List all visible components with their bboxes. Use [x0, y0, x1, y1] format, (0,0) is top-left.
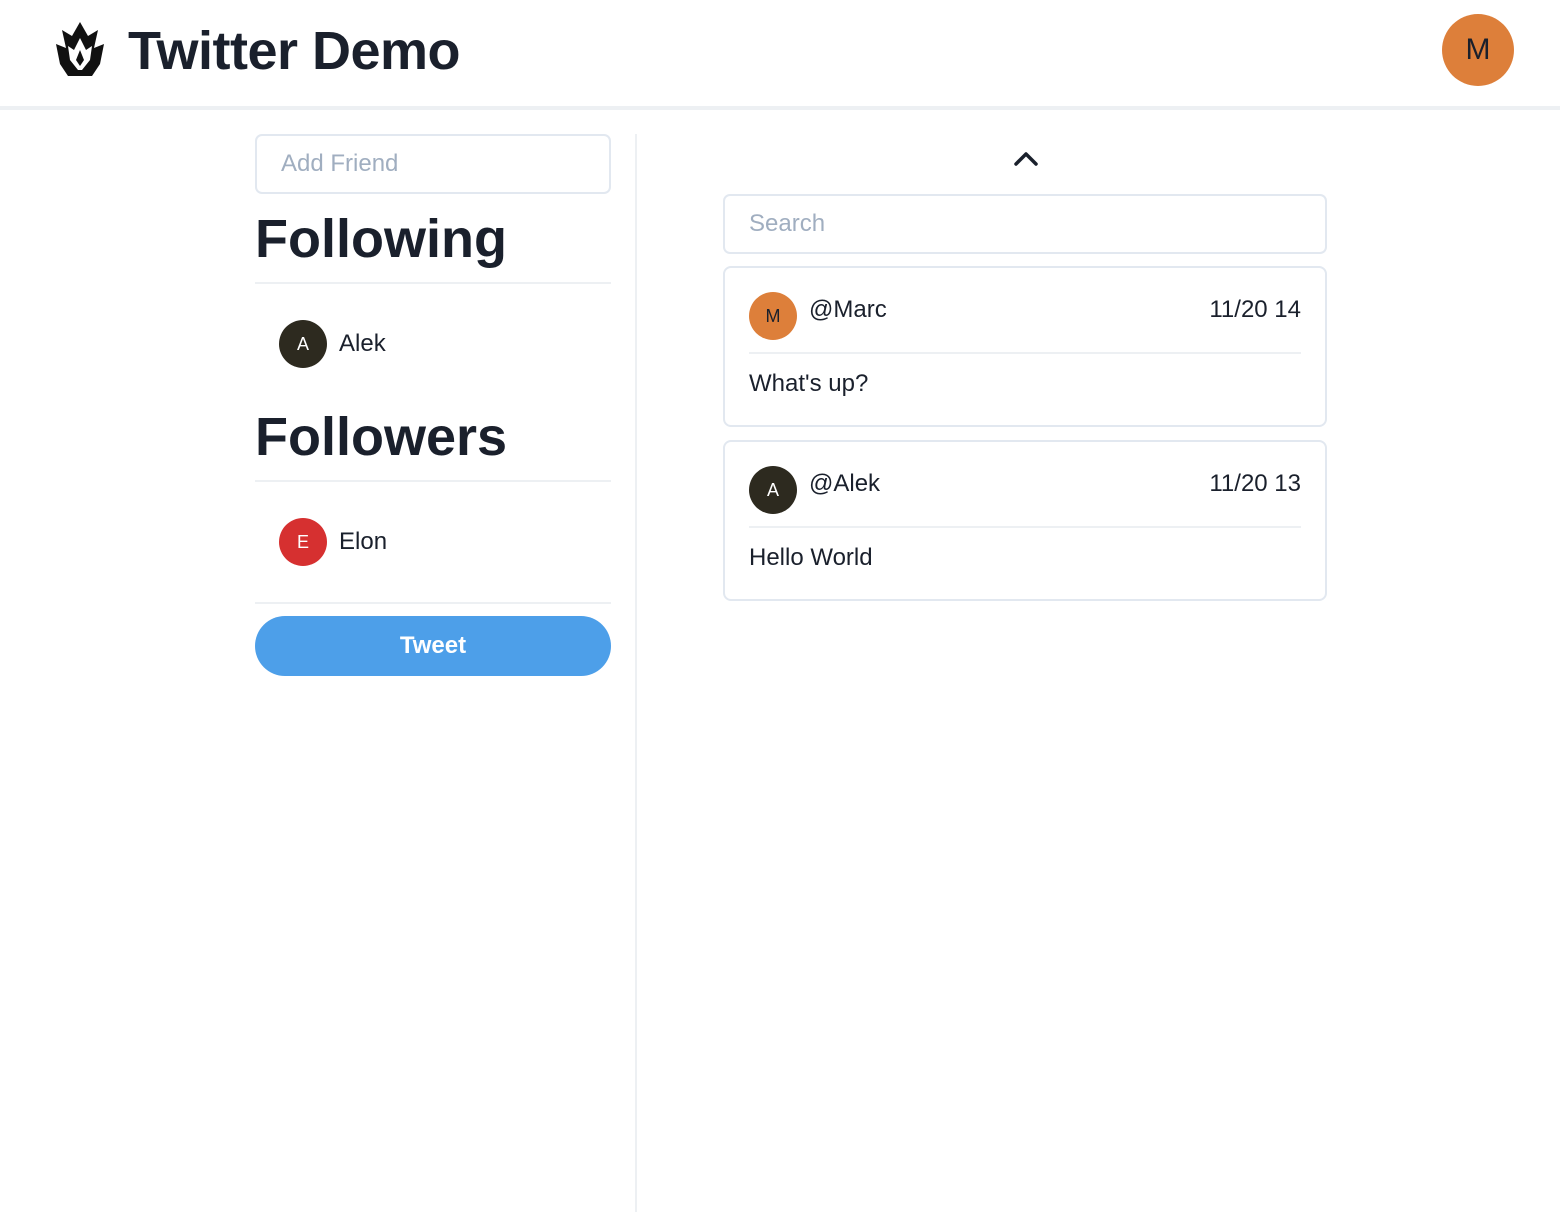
app-title: Twitter Demo	[128, 21, 461, 81]
follower-name: Elon	[339, 528, 388, 555]
column-divider	[635, 134, 637, 1212]
divider	[749, 352, 1301, 354]
following-heading: Following	[255, 209, 507, 269]
following-item-alek[interactable]: A Alek	[279, 320, 386, 368]
divider	[255, 602, 611, 604]
app-header: Twitter Demo M	[0, 0, 1560, 110]
tweet-card[interactable]: M @Marc 11/20 14 What's up?	[723, 266, 1327, 427]
divider	[255, 282, 611, 284]
tweet-handle: @Marc	[809, 296, 887, 323]
tweet-text: What's up?	[749, 370, 869, 397]
divider	[255, 480, 611, 482]
avatar: M	[749, 292, 797, 340]
add-friend-input[interactable]	[255, 134, 611, 194]
chevron-up-icon[interactable]	[1010, 142, 1042, 174]
avatar: A	[279, 320, 327, 368]
avatar: A	[749, 466, 797, 514]
tweet-text: Hello World	[749, 544, 873, 571]
tweet-timestamp: 11/20 13	[1209, 470, 1301, 497]
search-input[interactable]	[723, 194, 1327, 254]
divider	[749, 526, 1301, 528]
user-avatar[interactable]: M	[1442, 14, 1514, 86]
tweet-timestamp: 11/20 14	[1209, 296, 1301, 323]
avatar: E	[279, 518, 327, 566]
tweet-handle: @Alek	[809, 470, 881, 497]
flame-logo-icon[interactable]	[52, 20, 108, 80]
followers-heading: Followers	[255, 407, 508, 467]
tweet-button[interactable]: Tweet	[255, 616, 611, 676]
tweet-card[interactable]: A @Alek 11/20 13 Hello World	[723, 440, 1327, 601]
following-name: Alek	[339, 330, 386, 357]
follower-item-elon[interactable]: E Elon	[279, 518, 387, 566]
